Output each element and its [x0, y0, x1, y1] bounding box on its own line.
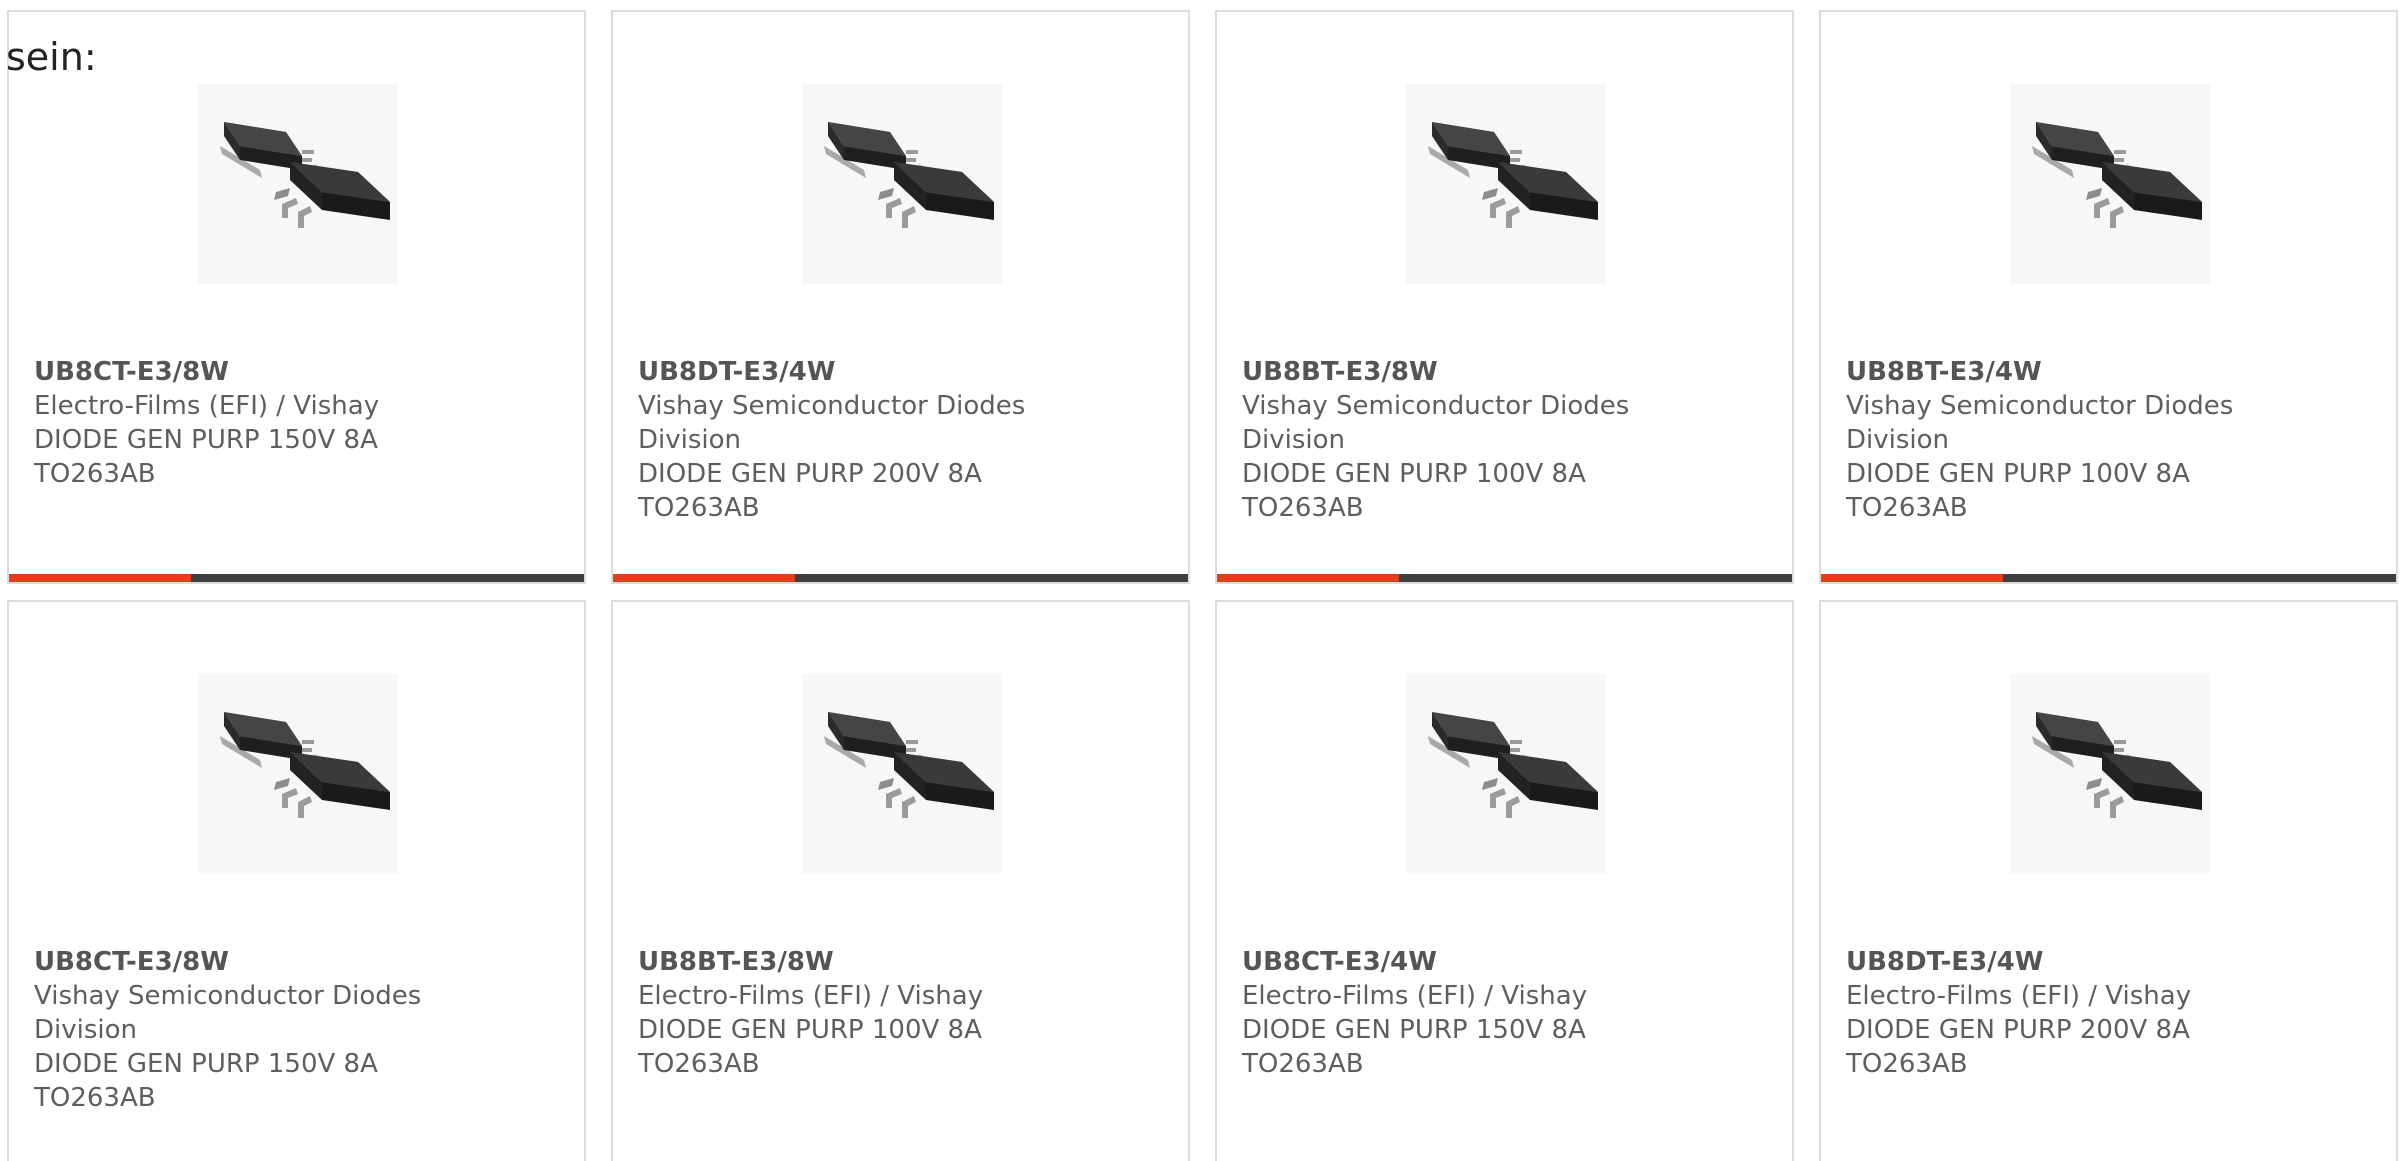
part-number[interactable]: UB8BT-E3/4W — [1846, 355, 2266, 389]
part-number[interactable]: UB8DT-E3/4W — [1846, 945, 2266, 979]
accent-highlight — [9, 574, 191, 582]
diode-package-image[interactable] — [1406, 674, 1606, 874]
product-info: UB8BT-E3/8W Electro-Films (EFI) / Vishay… — [638, 945, 1058, 1081]
product-info: UB8BT-E3/4W Vishay Semiconductor Diodes … — [1846, 355, 2266, 525]
manufacturer: Vishay Semiconductor Diodes Division — [34, 981, 422, 1045]
package-type: TO263AB — [1242, 1049, 1364, 1079]
diode-package-image[interactable] — [802, 84, 1002, 284]
card-accent-bar — [1217, 574, 1792, 582]
product-card[interactable]: UB8BT-E3/4W Vishay Semiconductor Diodes … — [1819, 10, 2398, 584]
accent-highlight — [1821, 574, 2003, 582]
description: DIODE GEN PURP 150V 8A — [34, 425, 378, 455]
accent-highlight — [613, 574, 795, 582]
product-info: UB8DT-E3/4W Electro-Films (EFI) / Vishay… — [1846, 945, 2266, 1081]
manufacturer: Electro-Films (EFI) / Vishay — [638, 981, 984, 1011]
product-card[interactable]: UB8CT-E3/4W Electro-Films (EFI) / Vishay… — [1215, 600, 1794, 1161]
description: DIODE GEN PURP 100V 8A — [1846, 459, 2190, 489]
part-number[interactable]: UB8DT-E3/4W — [638, 355, 1058, 389]
product-card[interactable]: UB8CT-E3/8W Electro-Films (EFI) / Vishay… — [7, 10, 586, 584]
diode-package-image[interactable] — [198, 674, 398, 874]
diode-package-image[interactable] — [2010, 674, 2210, 874]
product-card[interactable]: UB8DT-E3/4W Electro-Films (EFI) / Vishay… — [1819, 600, 2398, 1161]
product-card[interactable]: UB8BT-E3/8W Electro-Films (EFI) / Vishay… — [611, 600, 1190, 1161]
part-number[interactable]: UB8CT-E3/4W — [1242, 945, 1662, 979]
diode-package-image[interactable] — [2010, 84, 2210, 284]
package-type: TO263AB — [638, 493, 760, 523]
intro-text: sein: — [6, 35, 97, 79]
description: DIODE GEN PURP 150V 8A — [34, 1049, 378, 1079]
manufacturer: Electro-Films (EFI) / Vishay — [1846, 981, 2192, 1011]
manufacturer: Vishay Semiconductor Diodes Division — [638, 391, 1026, 455]
manufacturer: Vishay Semiconductor Diodes Division — [1846, 391, 2234, 455]
description: DIODE GEN PURP 200V 8A — [638, 459, 982, 489]
product-card[interactable]: UB8CT-E3/8W Vishay Semiconductor Diodes … — [7, 600, 586, 1161]
product-info: UB8BT-E3/8W Vishay Semiconductor Diodes … — [1242, 355, 1662, 525]
manufacturer: Electro-Films (EFI) / Vishay — [1242, 981, 1588, 1011]
product-grid: UB8CT-E3/8W Electro-Films (EFI) / Vishay… — [7, 10, 2398, 1161]
package-type: TO263AB — [1242, 493, 1364, 523]
page: sein: UB8CT-E3/8W Electro-Films (EFI) / … — [0, 0, 2400, 1161]
diode-package-image[interactable] — [198, 84, 398, 284]
package-type: TO263AB — [34, 459, 156, 489]
description: DIODE GEN PURP 200V 8A — [1846, 1015, 2190, 1045]
accent-highlight — [1217, 574, 1399, 582]
card-accent-bar — [1821, 574, 2396, 582]
part-number[interactable]: UB8CT-E3/8W — [34, 945, 454, 979]
part-number[interactable]: UB8BT-E3/8W — [1242, 355, 1662, 389]
manufacturer: Electro-Films (EFI) / Vishay — [34, 391, 380, 421]
diode-package-image[interactable] — [1406, 84, 1606, 284]
part-number[interactable]: UB8CT-E3/8W — [34, 355, 454, 389]
package-type: TO263AB — [638, 1049, 760, 1079]
package-type: TO263AB — [34, 1083, 156, 1113]
manufacturer: Vishay Semiconductor Diodes Division — [1242, 391, 1630, 455]
description: DIODE GEN PURP 100V 8A — [1242, 459, 1586, 489]
part-number[interactable]: UB8BT-E3/8W — [638, 945, 1058, 979]
product-info: UB8CT-E3/8W Vishay Semiconductor Diodes … — [34, 945, 454, 1115]
description: DIODE GEN PURP 100V 8A — [638, 1015, 982, 1045]
diode-package-image[interactable] — [802, 674, 1002, 874]
product-card[interactable]: UB8BT-E3/8W Vishay Semiconductor Diodes … — [1215, 10, 1794, 584]
package-type: TO263AB — [1846, 1049, 1968, 1079]
product-info: UB8CT-E3/4W Electro-Films (EFI) / Vishay… — [1242, 945, 1662, 1081]
product-info: UB8CT-E3/8W Electro-Films (EFI) / Vishay… — [34, 355, 454, 491]
description: DIODE GEN PURP 150V 8A — [1242, 1015, 1586, 1045]
package-type: TO263AB — [1846, 493, 1968, 523]
product-info: UB8DT-E3/4W Vishay Semiconductor Diodes … — [638, 355, 1058, 525]
card-accent-bar — [9, 574, 584, 582]
product-card[interactable]: UB8DT-E3/4W Vishay Semiconductor Diodes … — [611, 10, 1190, 584]
card-accent-bar — [613, 574, 1188, 582]
